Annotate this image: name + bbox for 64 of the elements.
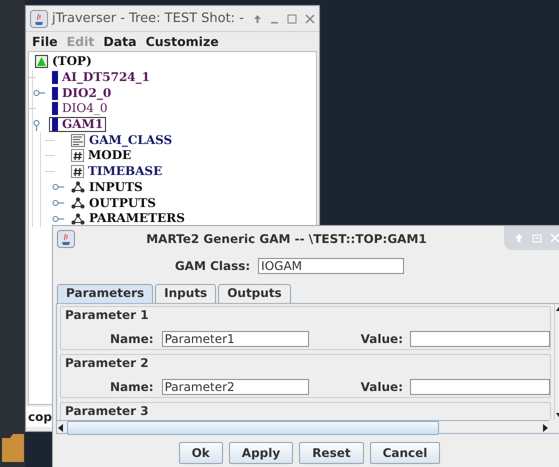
scroll-left-icon[interactable]	[57, 423, 65, 433]
window-title: jTraverser - Tree: TEST Shot: -	[52, 11, 244, 26]
node-label: (TOP)	[52, 55, 92, 68]
folder-icon[interactable]	[2, 432, 24, 462]
tree-node[interactable]: DIO4_0	[49, 101, 110, 116]
node-label: DIO2_0	[62, 86, 112, 100]
field-label: GAM Class:	[174, 259, 250, 273]
tree-node[interactable]: GAM_CLASS	[68, 132, 176, 148]
node-label: DIO4_0	[62, 102, 108, 116]
value-field[interactable]	[410, 331, 550, 347]
dialog-button[interactable]: Cancel	[370, 442, 440, 464]
node-label: AI_DT5724_1	[62, 71, 150, 84]
node-label: OUTPUTS	[89, 196, 156, 210]
pin-icon[interactable]	[253, 14, 262, 24]
tree-node[interactable]: (TOP)	[32, 54, 95, 70]
dialog-button[interactable]: Reset	[299, 442, 364, 464]
status-text: cop	[26, 407, 54, 427]
dialog-button[interactable]: Apply	[228, 442, 294, 464]
maximize-icon[interactable]	[287, 14, 297, 24]
node-label: TIMEBASE	[88, 165, 162, 178]
gam-class-field[interactable]: IOGAM	[258, 258, 404, 274]
menu-item[interactable]: Customize	[146, 34, 219, 49]
number-icon	[71, 149, 84, 162]
tree-node[interactable]: OUTPUTS	[68, 196, 159, 211]
name-field[interactable]: Parameter2	[162, 379, 309, 395]
tree-icon	[35, 55, 48, 68]
node-label: PARAMETERS	[89, 212, 185, 226]
java-icon	[30, 10, 48, 28]
menu-item[interactable]: Data	[103, 34, 137, 49]
structure-icon	[71, 212, 85, 225]
scroll-right-icon[interactable]	[541, 423, 549, 433]
menu-item[interactable]: File	[32, 34, 58, 49]
tree-node[interactable]: DIO2_0	[49, 86, 114, 101]
field-label: Name:	[108, 332, 154, 346]
tree-node[interactable]: TIMEBASE	[68, 164, 166, 180]
device-icon	[52, 118, 58, 132]
tree-node[interactable]: PARAMETERS	[68, 211, 188, 226]
value-field[interactable]	[410, 379, 550, 395]
tab[interactable]: Parameters	[57, 284, 154, 303]
java-icon	[57, 230, 75, 248]
tree-node[interactable]: GAM1	[49, 117, 106, 132]
device-icon	[52, 71, 58, 84]
name-field[interactable]: Parameter1	[162, 331, 309, 347]
field-label: Value:	[360, 380, 403, 394]
dialog-button[interactable]: Ok	[178, 442, 223, 464]
field-label: Value:	[360, 332, 403, 346]
node-label: GAM1	[62, 118, 104, 132]
node-label: MODE	[88, 149, 132, 162]
tree-node[interactable]: AI_DT5724_1	[49, 70, 154, 86]
tab[interactable]: Inputs	[155, 284, 216, 303]
tree-node[interactable]: MODE	[68, 148, 134, 164]
field-label: Name:	[108, 380, 154, 394]
device-icon	[52, 86, 58, 100]
tree-node[interactable]: INPUTS	[68, 180, 146, 195]
node-label: INPUTS	[89, 180, 143, 194]
tab[interactable]: Outputs	[218, 284, 291, 303]
structure-icon	[71, 197, 85, 210]
structure-icon	[71, 181, 85, 194]
close-icon[interactable]	[305, 14, 315, 24]
device-icon	[52, 102, 58, 116]
node-label: GAM_CLASS	[89, 134, 172, 147]
text-icon	[71, 134, 85, 147]
number-icon	[71, 165, 84, 178]
dialog-title: MARTe2 Generic GAM -- \TEST::TOP:GAM1	[145, 232, 428, 246]
